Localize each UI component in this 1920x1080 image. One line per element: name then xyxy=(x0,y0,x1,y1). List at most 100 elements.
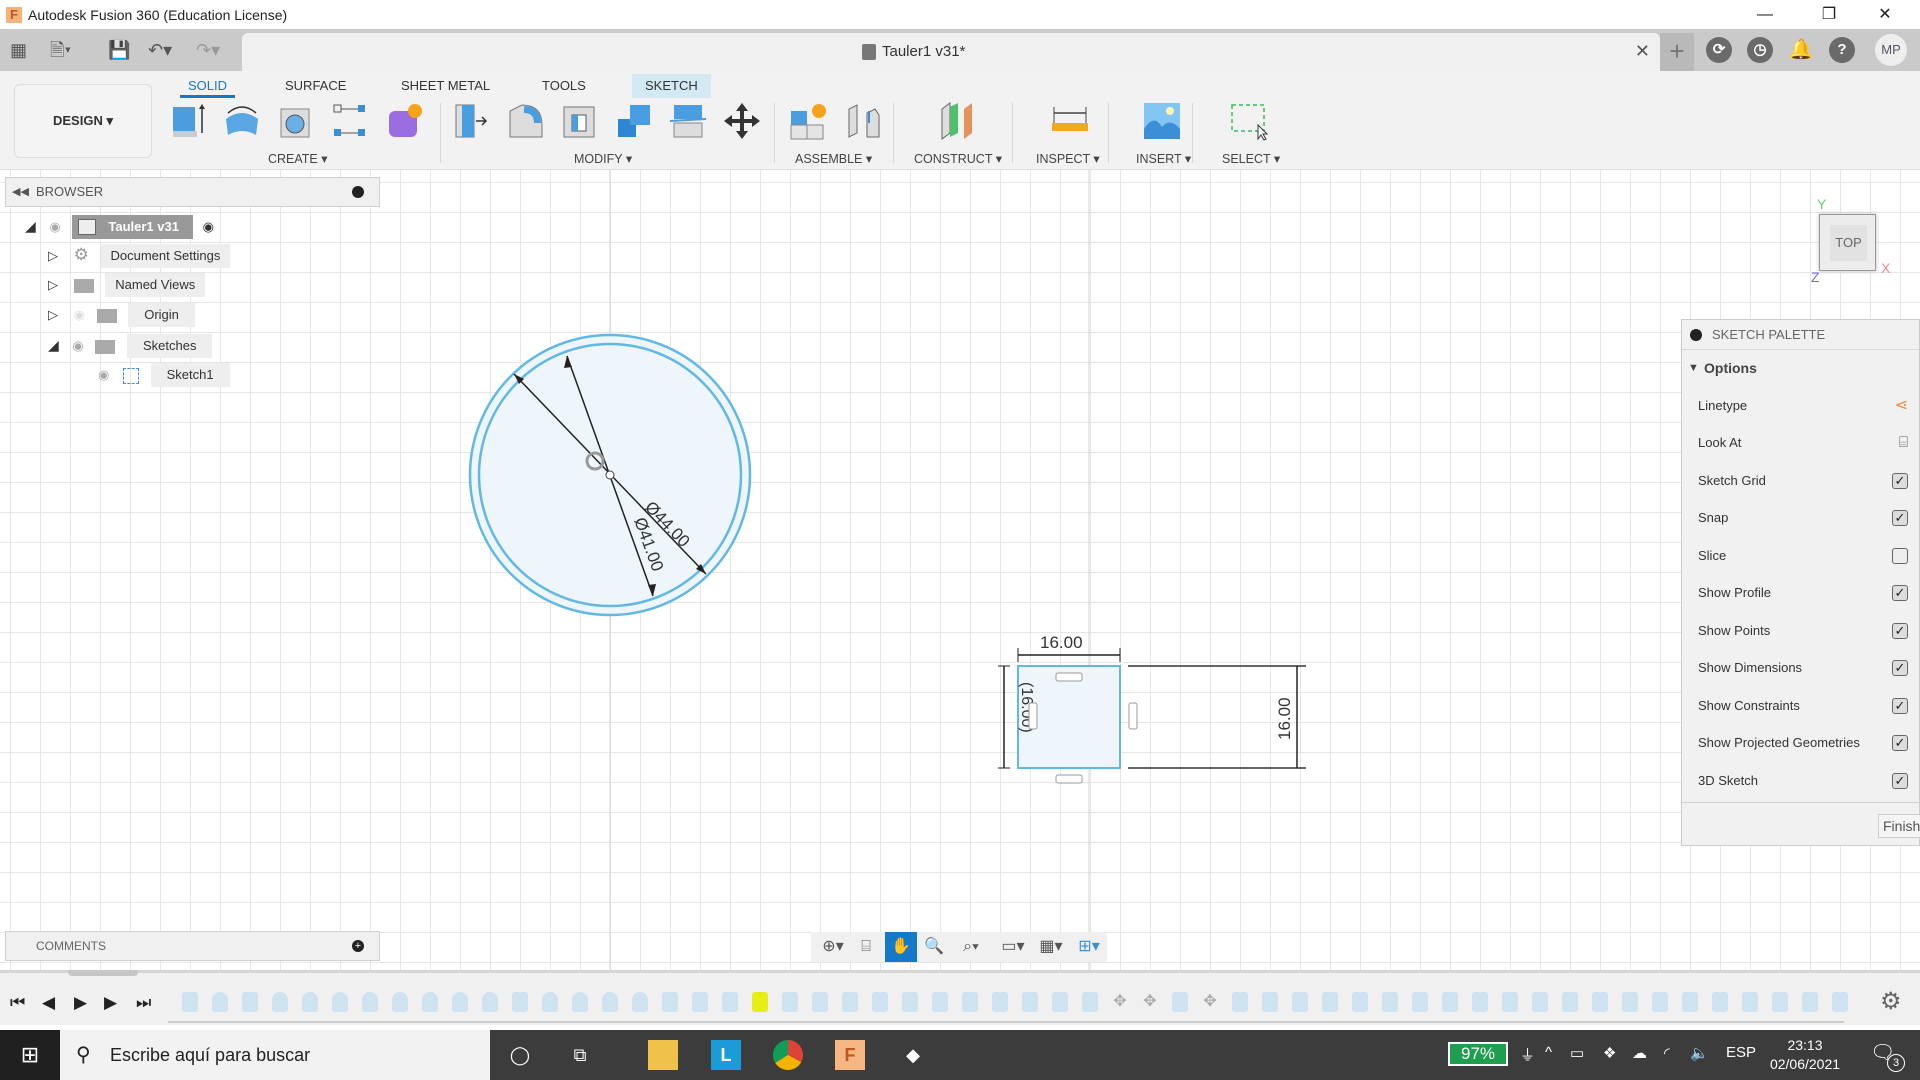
timeline-feature-ext[interactable] xyxy=(1502,992,1518,1012)
look-at-icon[interactable]: ⌸ xyxy=(1899,433,1908,453)
finish-sketch-button[interactable]: Finish xyxy=(1878,814,1920,838)
browser-item-root[interactable]: ◢ ◉ Tauler1 v31 ◉ xyxy=(25,214,214,239)
palette-row-show-dimensions[interactable]: Show Dimensions ✓ xyxy=(1698,658,1908,678)
combine-icon[interactable] xyxy=(614,101,654,141)
inkscape-icon[interactable]: ◆ xyxy=(898,1040,928,1070)
dropbox-icon[interactable]: ❖ xyxy=(1603,1044,1616,1062)
expand-triangle-icon[interactable]: ▷ xyxy=(48,277,58,292)
timeline-feature-ext[interactable] xyxy=(782,992,798,1012)
linetype-icon[interactable]: ⋖ xyxy=(1895,396,1908,416)
chrome-icon[interactable] xyxy=(773,1040,803,1070)
modify-group-label[interactable]: MODIFY ▾ xyxy=(574,151,632,166)
timeline-feature-ext[interactable] xyxy=(842,992,858,1012)
tray-expand-icon[interactable]: ^ xyxy=(1545,1044,1552,1061)
options-section[interactable]: ▼ Options xyxy=(1682,350,1919,386)
battery-indicator[interactable]: 97% xyxy=(1448,1042,1508,1066)
timeline-feature-ext[interactable] xyxy=(662,992,678,1012)
sketch-grid-checkbox[interactable]: ✓ xyxy=(1892,473,1908,489)
viewports-icon[interactable]: ⊞▾ xyxy=(1071,935,1107,959)
timeline-feature-ext[interactable] xyxy=(1022,992,1038,1012)
extensions-icon[interactable]: ⟳ xyxy=(1706,37,1732,63)
timeline-feature-ext[interactable] xyxy=(1172,992,1188,1012)
timeline-feature-ext[interactable] xyxy=(1412,992,1428,1012)
revolve-icon[interactable] xyxy=(222,101,262,141)
timeline-feature-ext[interactable] xyxy=(512,992,528,1012)
viewcube[interactable]: TOP xyxy=(1819,214,1876,271)
grid-snaps-icon[interactable]: ▦▾ xyxy=(1033,935,1069,959)
timeline-feature-ext[interactable] xyxy=(962,992,978,1012)
cortana-icon[interactable]: ◯ xyxy=(505,1040,535,1070)
timeline-feature-ext[interactable] xyxy=(1262,992,1278,1012)
timeline-feature-rev[interactable] xyxy=(272,992,288,1012)
eye-icon[interactable]: ◉ xyxy=(72,338,83,353)
timeline-feature-ext[interactable] xyxy=(182,992,198,1012)
timeline-feature-ext[interactable] xyxy=(722,992,738,1012)
assemble-group-label[interactable]: ASSEMBLE ▾ xyxy=(795,151,872,166)
expand-triangle-icon[interactable]: ◢ xyxy=(25,218,36,234)
timeline-feature-ext[interactable] xyxy=(1352,992,1368,1012)
palette-row-3d-sketch[interactable]: 3D Sketch ✓ xyxy=(1698,771,1908,791)
timeline-feature-move[interactable]: ✥ xyxy=(1112,992,1128,1012)
timeline-feature-ext[interactable] xyxy=(1592,992,1608,1012)
tab-solid[interactable]: SOLID xyxy=(180,74,236,98)
timeline-feature-rev[interactable] xyxy=(542,992,558,1012)
timeline-feature-ext[interactable] xyxy=(1382,992,1398,1012)
timeline-first-button[interactable]: ⏮ xyxy=(10,993,25,1013)
collapse-browser-icon[interactable]: ◀◀ xyxy=(12,178,29,206)
timeline-feature-move[interactable]: ✥ xyxy=(1202,992,1218,1012)
timeline-feature-ext[interactable] xyxy=(242,992,258,1012)
look-at-icon[interactable]: ⌸ xyxy=(853,935,879,959)
minimize-button[interactable]: — xyxy=(1742,0,1788,29)
fit-icon[interactable]: ⌕▾ xyxy=(951,935,991,959)
tab-tools[interactable]: TOOLS xyxy=(534,74,594,98)
tab-sketch[interactable]: SKETCH xyxy=(632,74,711,98)
windows-start-icon[interactable]: ⊞ xyxy=(0,1030,60,1080)
onedrive-icon[interactable]: ☁ xyxy=(1632,1044,1647,1062)
timeline-feature-rev[interactable] xyxy=(632,992,648,1012)
taskbar-clock[interactable]: 23:13 02/06/2021 xyxy=(1760,1036,1850,1074)
browser-item-named-views[interactable]: ▷ Named Views xyxy=(48,273,206,297)
browser-item-sketches[interactable]: ◢ ◉ Sketches xyxy=(48,333,213,358)
timeline-feature-ext[interactable] xyxy=(692,992,708,1012)
timeline-feature-ext[interactable] xyxy=(812,992,828,1012)
sketch-canvas[interactable]: Ø44.00 Ø41.00 16.00 (16.00) 16.00 xyxy=(0,170,1920,970)
press-pull-icon[interactable] xyxy=(452,101,492,141)
grid-menu-icon[interactable]: ▦ xyxy=(10,37,27,63)
notifications-icon[interactable]: 🔔 xyxy=(1788,37,1814,63)
shell-icon[interactable] xyxy=(560,101,600,141)
timeline-settings-icon[interactable]: ⚙ xyxy=(1880,987,1902,1016)
palette-row-show-points[interactable]: Show Points ✓ xyxy=(1698,621,1908,641)
save-icon[interactable]: 💾 xyxy=(108,37,130,63)
timeline-feature-rev[interactable] xyxy=(392,992,408,1012)
palette-row-linetype[interactable]: Linetype ⋖ xyxy=(1698,396,1908,416)
timeline-feature-ext[interactable] xyxy=(872,992,888,1012)
timeline-feature-rev[interactable] xyxy=(482,992,498,1012)
fillet-icon[interactable] xyxy=(506,101,546,141)
palette-row-show-profile[interactable]: Show Profile ✓ xyxy=(1698,583,1908,603)
eye-icon[interactable]: ◉ xyxy=(98,367,109,382)
taskbar-search-input[interactable]: ⚲ Escribe aquí para buscar xyxy=(60,1030,490,1080)
viewcube-face[interactable]: TOP xyxy=(1830,225,1867,261)
zoom-icon[interactable]: 🔍 xyxy=(921,935,947,959)
volume-icon[interactable]: 🔈 xyxy=(1690,1044,1709,1062)
browser-item-sketch1[interactable]: ◉ Sketch1 xyxy=(98,363,230,387)
user-avatar[interactable]: MP xyxy=(1875,34,1907,66)
orbit-icon[interactable]: ⊕▾ xyxy=(815,935,851,959)
timeline-feature-rev[interactable] xyxy=(332,992,348,1012)
palette-row-show-constraints[interactable]: Show Constraints ✓ xyxy=(1698,696,1908,716)
move-icon[interactable] xyxy=(722,101,762,141)
split-body-icon[interactable] xyxy=(668,101,708,141)
fusion-taskbar-icon[interactable]: F xyxy=(835,1040,865,1070)
timeline-track[interactable] xyxy=(168,1021,1844,1023)
construct-group-label[interactable]: CONSTRUCT ▾ xyxy=(914,151,1002,166)
hole-icon[interactable] xyxy=(277,101,317,141)
timeline-feature-ext[interactable] xyxy=(1622,992,1638,1012)
timeline-feature-ext[interactable] xyxy=(1472,992,1488,1012)
timeline-last-button[interactable]: ⏭ xyxy=(136,993,151,1013)
timeline-feature-ext[interactable] xyxy=(1682,992,1698,1012)
timeline-feature-ext[interactable] xyxy=(1742,992,1758,1012)
insert-image-icon[interactable] xyxy=(1142,101,1182,141)
power-plug-icon[interactable]: ⏚ xyxy=(1520,1044,1535,1065)
inspect-group-label[interactable]: INSPECT ▾ xyxy=(1036,151,1100,166)
timeline-next-button[interactable]: ▶ xyxy=(104,993,117,1013)
